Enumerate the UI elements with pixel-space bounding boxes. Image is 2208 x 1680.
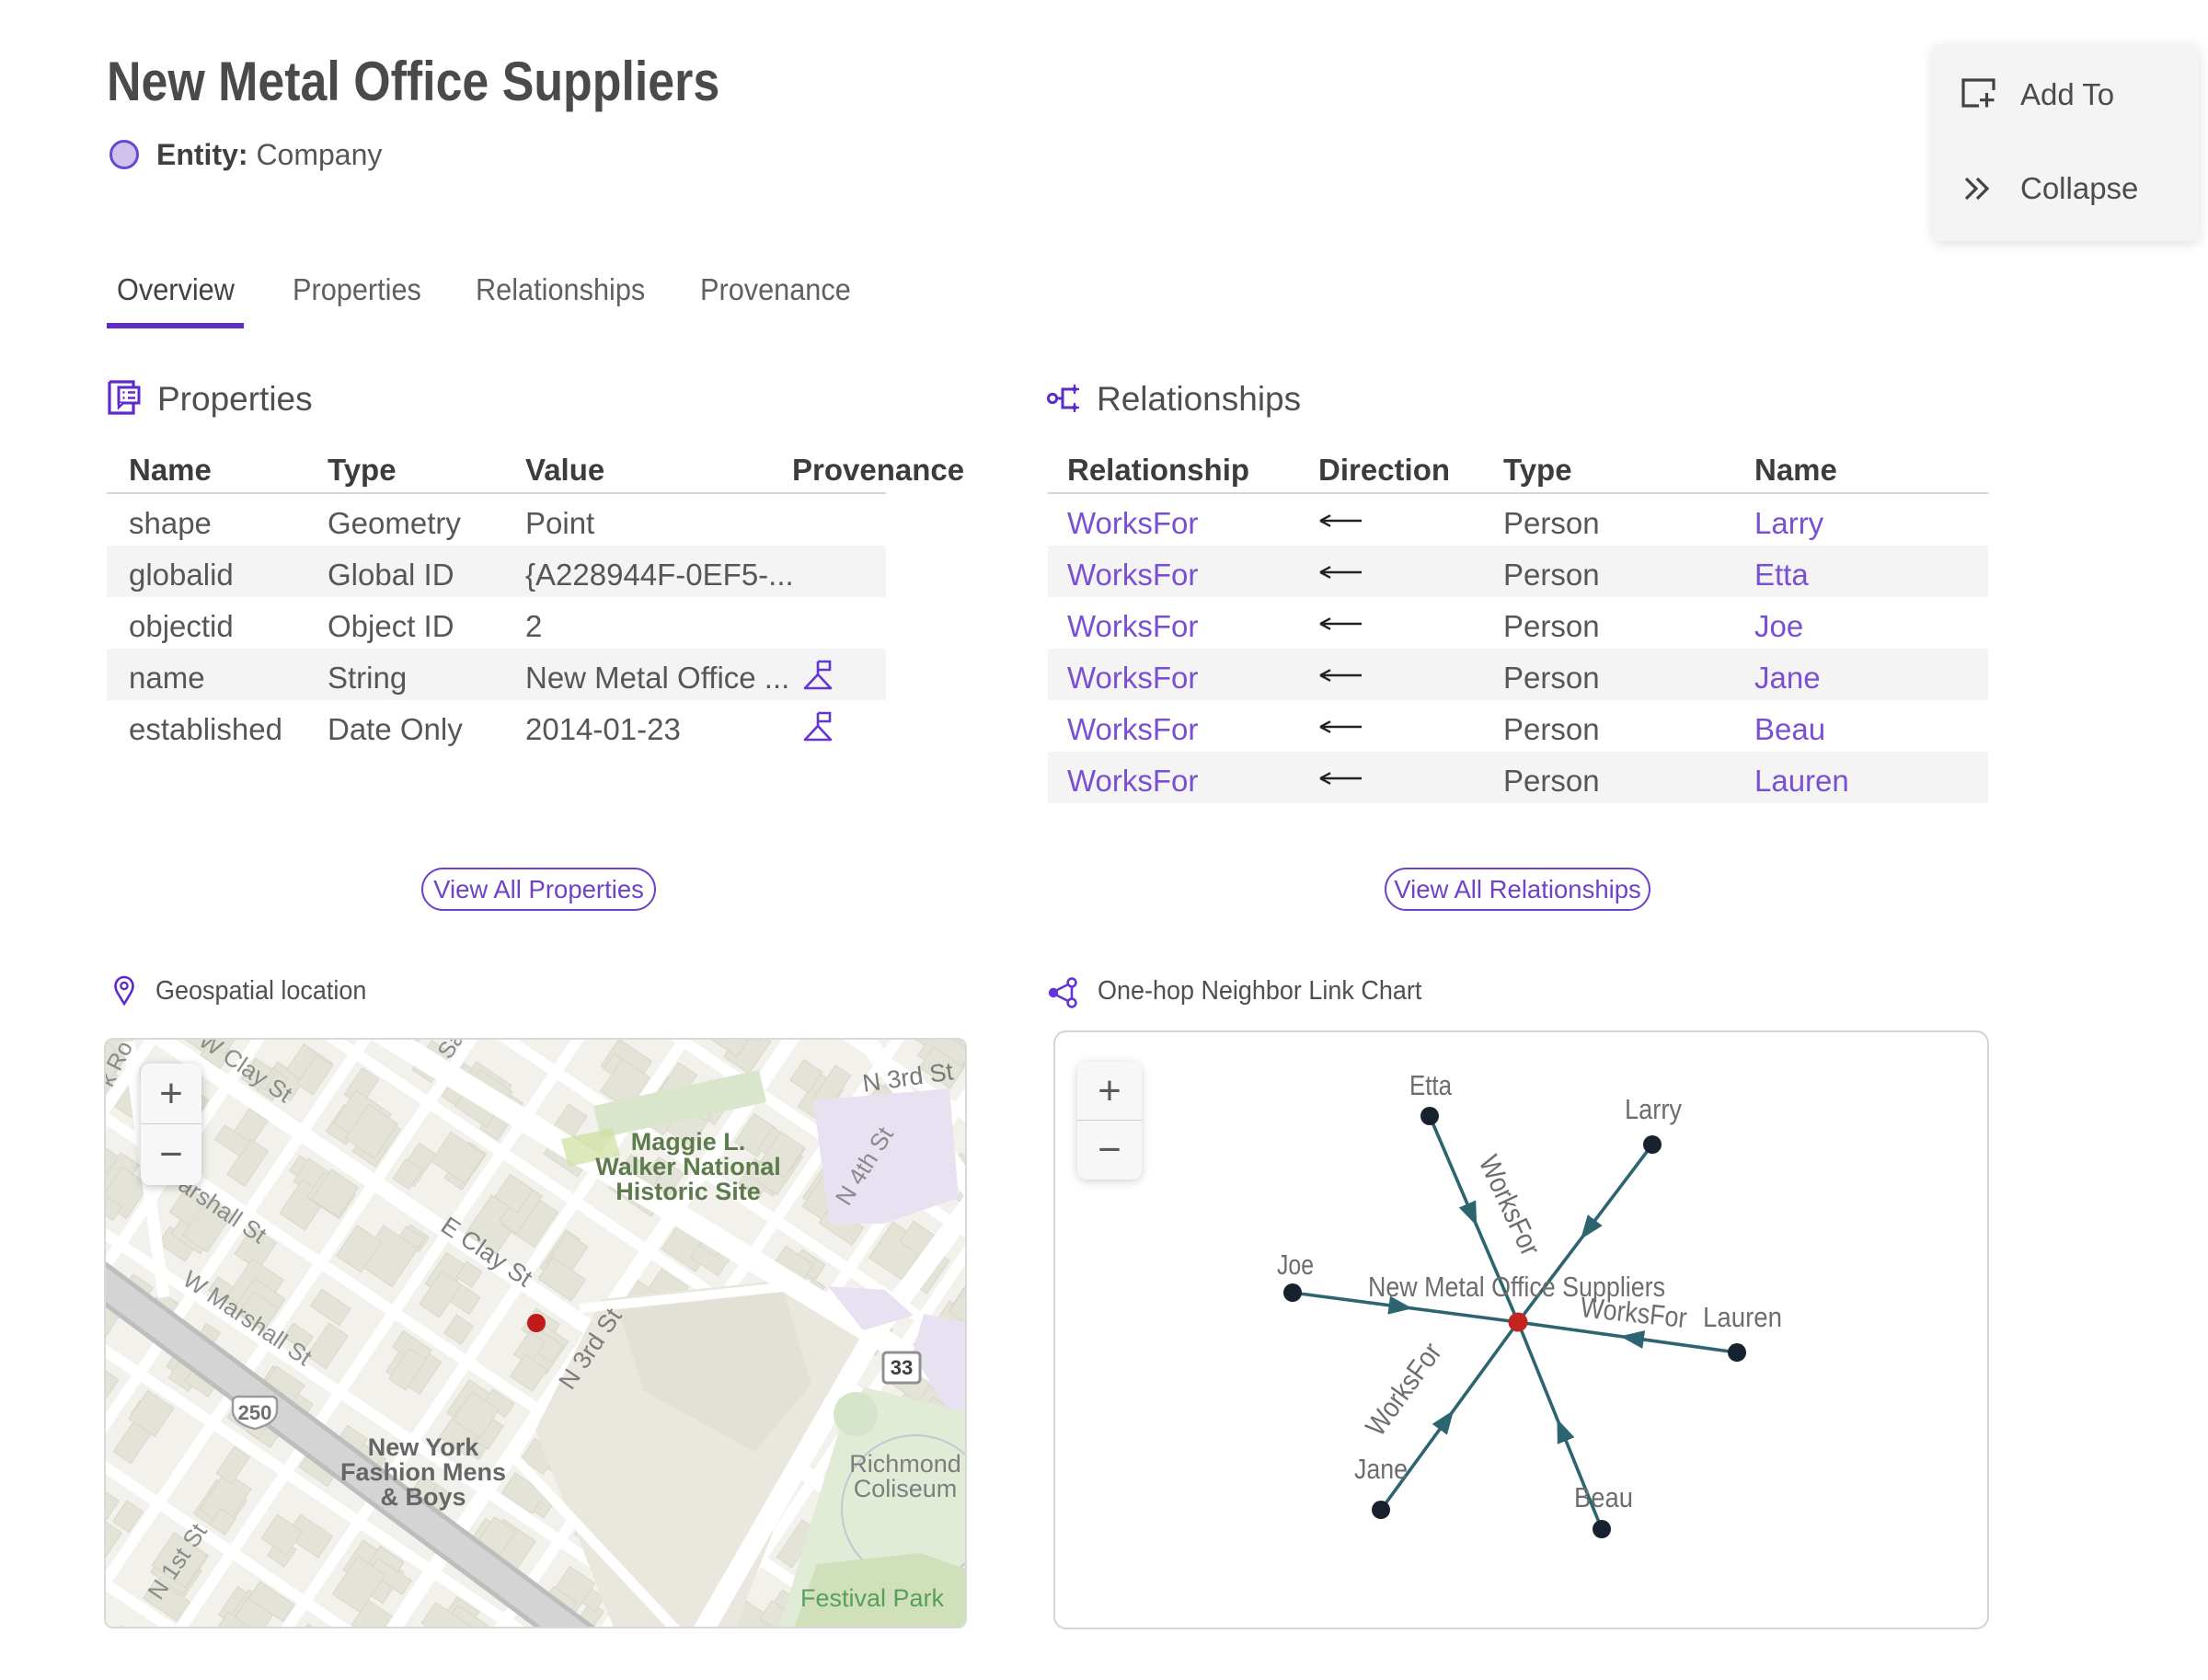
svg-text:Coliseum: Coliseum [854,1475,958,1502]
svg-text:Lauren: Lauren [1703,1301,1782,1333]
svg-text:Maggie L.: Maggie L. [631,1128,746,1156]
svg-text:WorksFor: WorksFor [1579,1291,1688,1334]
svg-text:New York: New York [368,1433,480,1461]
svg-text:Festival Park: Festival Park [800,1584,945,1612]
svg-text:Historic Site: Historic Site [615,1178,761,1205]
svg-text:WorksFor: WorksFor [1359,1337,1447,1442]
svg-text:Richmond: Richmond [849,1450,961,1478]
svg-text:Jane: Jane [1354,1453,1408,1485]
svg-text:250: 250 [238,1401,272,1424]
svg-text:& Boys: & Boys [380,1483,466,1511]
svg-text:Larry: Larry [1625,1093,1682,1125]
svg-text:Walker National: Walker National [595,1153,781,1180]
svg-text:Beau: Beau [1574,1481,1633,1513]
svg-text:Fashion Mens: Fashion Mens [340,1458,506,1486]
svg-text:Joe: Joe [1277,1248,1314,1281]
svg-text:33: 33 [891,1356,913,1379]
svg-text:Etta: Etta [1409,1069,1453,1101]
